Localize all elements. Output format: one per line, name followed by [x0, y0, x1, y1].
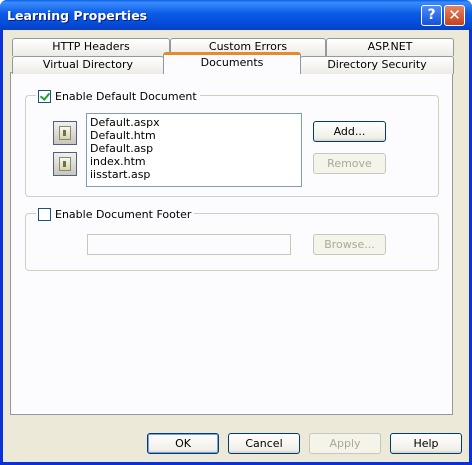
enable-default-document-checkbox[interactable] — [38, 89, 51, 103]
move-down-icon — [59, 157, 71, 171]
browse-button-label: Browse... — [324, 238, 375, 251]
help-title-button[interactable]: ? — [421, 5, 442, 26]
browse-button[interactable]: Browse... — [313, 234, 386, 255]
help-button[interactable]: Help — [390, 433, 462, 454]
tab-label: Documents — [200, 56, 264, 69]
help-icon: ? — [427, 7, 436, 23]
tab-label: Virtual Directory — [42, 58, 134, 71]
window-title: Learning Properties — [7, 8, 148, 23]
enable-default-document-label: Enable Default Document — [55, 89, 197, 103]
list-item[interactable]: Default.aspx — [90, 116, 301, 129]
tab-virtual-directory[interactable]: Virtual Directory — [12, 56, 164, 74]
move-up-icon — [59, 126, 71, 140]
title-bar[interactable]: Learning Properties ? ✕ — [0, 0, 472, 30]
tab-documents[interactable]: Documents — [163, 52, 301, 73]
add-button[interactable]: Add... — [313, 121, 386, 142]
help-button-label: Help — [413, 437, 439, 450]
tab-label: HTTP Headers — [52, 40, 130, 53]
enable-document-footer-label: Enable Document Footer — [55, 207, 192, 221]
list-item[interactable]: Default.htm — [90, 129, 301, 142]
apply-button-label: Apply — [329, 437, 361, 450]
tab-directory-security[interactable]: Directory Security — [300, 56, 454, 74]
tab-http-headers[interactable]: HTTP Headers — [12, 38, 170, 56]
tab-asp-net[interactable]: ASP.NET — [326, 38, 454, 56]
move-up-button[interactable] — [53, 121, 77, 145]
ok-button[interactable]: OK — [147, 433, 219, 454]
documents-tab-panel: Enable Default Document Default.aspx Def… — [10, 72, 453, 415]
apply-button[interactable]: Apply — [309, 433, 381, 454]
list-item[interactable]: Default.asp — [90, 142, 301, 155]
ok-button-label: OK — [175, 437, 191, 450]
cancel-button[interactable]: Cancel — [228, 433, 300, 454]
enable-default-document-option[interactable]: Enable Default Document — [36, 89, 200, 103]
list-item[interactable]: index.htm — [90, 155, 301, 168]
tab-label: Directory Security — [327, 58, 427, 71]
enable-document-footer-checkbox[interactable] — [38, 207, 51, 221]
default-documents-list[interactable]: Default.aspx Default.htm Default.asp ind… — [86, 113, 302, 187]
close-button[interactable]: ✕ — [444, 5, 465, 26]
list-item[interactable]: iisstart.asp — [90, 168, 301, 181]
tab-label: ASP.NET — [367, 40, 413, 53]
cancel-button-label: Cancel — [245, 437, 283, 450]
enable-document-footer-option[interactable]: Enable Document Footer — [36, 207, 195, 221]
remove-button[interactable]: Remove — [313, 153, 386, 174]
add-button-label: Add... — [333, 125, 366, 138]
remove-button-label: Remove — [327, 157, 372, 170]
footer-path-field[interactable] — [87, 234, 291, 255]
close-icon: ✕ — [448, 6, 461, 24]
move-down-button[interactable] — [53, 152, 77, 176]
